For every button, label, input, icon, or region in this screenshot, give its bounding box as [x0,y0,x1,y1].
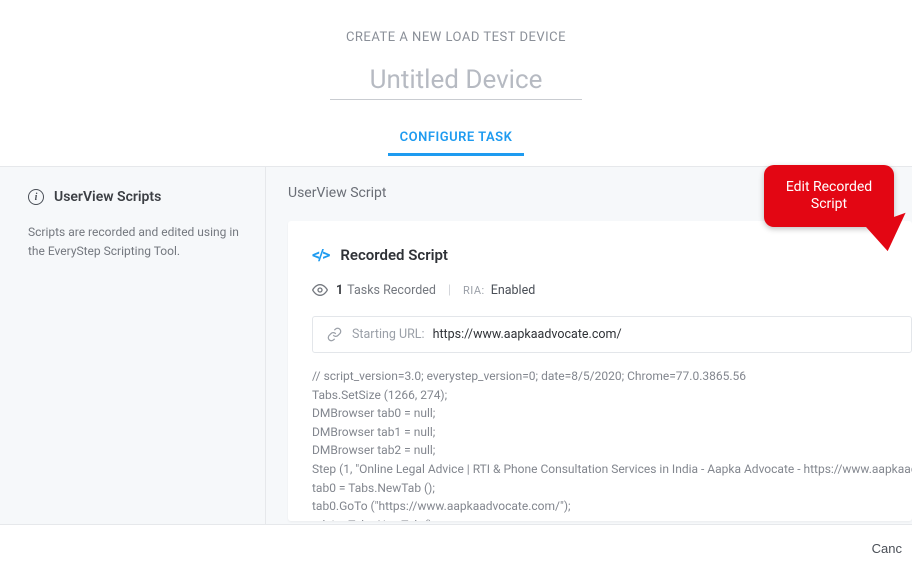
tab-configure-task[interactable]: CONFIGURE TASK [388,122,525,156]
device-name-input[interactable]: Untitled Device [370,65,543,95]
sidebar-description: Scripts are recorded and edited using in… [28,223,243,261]
link-icon [327,327,342,342]
tasks-count: 1 [336,283,343,298]
card-header: </> Recorded Script [312,245,912,264]
page-header: CREATE A NEW LOAD TEST DEVICE Untitled D… [0,0,912,100]
callout-edit-recorded-script: Edit Recorded Script [764,165,894,227]
url-value: https://www.aapkaadvocate.com/ [433,327,622,342]
sidebar: i UserView Scripts Scripts are recorded … [0,167,266,536]
ria-value: Enabled [491,283,536,298]
sidebar-header: i UserView Scripts [28,189,243,205]
meta-row: 1 Tasks Recorded | RIA: Enabled [312,282,912,298]
card-title: Recorded Script [340,246,448,264]
callout-text: Edit Recorded Script [770,179,888,214]
starting-url-bar: Starting URL: https://www.aapkaadvocate.… [312,316,912,353]
device-name-field-wrap[interactable]: Untitled Device [330,63,583,100]
sidebar-title: UserView Scripts [54,189,161,205]
recorded-script-card: </> Recorded Script 1 Tasks Recorded | R… [288,221,912,521]
tabs-bar: CONFIGURE TASK [0,122,912,156]
script-body: // script_version=3.0; everystep_version… [312,367,912,521]
ria-label: RIA: [463,284,485,297]
tasks-label: Tasks Recorded [347,283,436,298]
info-icon: i [28,189,44,205]
url-label: Starting URL: [352,327,425,342]
footer-bar: Canc [0,524,912,572]
code-icon: </> [312,245,328,264]
cancel-button[interactable]: Canc [868,533,906,564]
meta-separator: | [448,283,451,298]
page-subtitle: CREATE A NEW LOAD TEST DEVICE [0,30,912,45]
eye-icon [312,282,328,298]
